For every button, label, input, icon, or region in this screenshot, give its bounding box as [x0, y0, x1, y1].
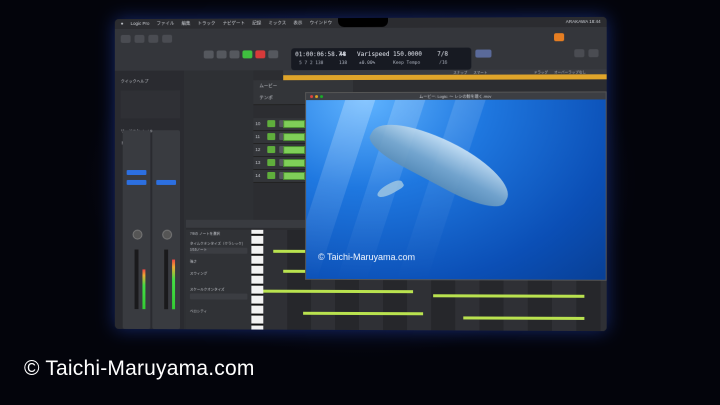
menu-mix[interactable]: ミックス	[268, 18, 286, 28]
menu-edit[interactable]: 編集	[182, 19, 191, 29]
scale-select[interactable]	[189, 293, 248, 300]
channel-strip-inst	[122, 130, 151, 330]
velocity-label: ベロシティ	[189, 309, 208, 314]
menu-navigate[interactable]: ナビゲート	[223, 19, 245, 29]
photo-watermark: © Taichi-Maruyama.com	[24, 357, 255, 380]
menu-window[interactable]: ウインドウ	[310, 18, 332, 28]
timecode-readout: 01:00:06:58.74	[295, 51, 346, 59]
midi-region[interactable]	[283, 159, 306, 168]
track-icon	[267, 172, 276, 179]
record-button[interactable]	[255, 50, 266, 59]
output-button[interactable]	[156, 179, 177, 185]
menu-file[interactable]: ファイル	[157, 19, 175, 29]
track-icon	[267, 133, 276, 141]
midi-region[interactable]	[283, 172, 306, 180]
midi-note[interactable]	[263, 289, 414, 294]
minimize-icon[interactable]	[315, 95, 319, 99]
tempo-track-label: テンポ	[259, 95, 273, 101]
pan-knob[interactable]	[132, 229, 143, 240]
midi-note[interactable]	[463, 316, 585, 320]
varispeed-value: ±0.00%	[359, 60, 376, 66]
menu-view[interactable]: 表示	[293, 18, 302, 28]
rewind-button[interactable]	[203, 50, 214, 59]
quantize-label: タイムクオンタイズ（クラシック）	[189, 241, 246, 246]
track-number: 11	[255, 134, 260, 140]
monitor-screen: ● Logic Pro ファイル 編集 トラック ナビゲート 記録 ミックス 表…	[114, 16, 607, 332]
inspector-button[interactable]	[134, 34, 145, 43]
strength-label: 強さ	[189, 259, 197, 264]
menu-clock: ARAKAWA 18:44	[565, 18, 601, 25]
track-icon	[267, 146, 276, 154]
time-signature: 7/8	[437, 50, 449, 58]
division-readout: /16	[439, 60, 448, 66]
midi-region[interactable]	[283, 120, 306, 129]
browsers-button[interactable]	[588, 49, 599, 58]
movie-window-title: ムービー: Logic: ～ レシの鯨を聴く.mov	[419, 93, 492, 99]
track-number: 13	[255, 160, 261, 166]
quantize-select[interactable]: 1/16ノート	[189, 247, 248, 254]
midi-region[interactable]	[283, 146, 306, 155]
track-icon	[267, 120, 276, 128]
scale-quantize-label: スケールクオンタイズ	[189, 287, 225, 292]
movie-track-label: ムービー	[259, 83, 278, 89]
menu-record[interactable]: 記録	[252, 18, 261, 28]
output-pan-knob[interactable]	[162, 229, 173, 240]
camera-notch	[338, 17, 389, 28]
track-icon	[267, 159, 276, 167]
track-number: 14	[255, 173, 261, 178]
value-48: 48	[339, 51, 347, 59]
quick-help-text	[120, 90, 180, 119]
quick-help-button[interactable]	[148, 34, 159, 43]
cycle-button[interactable]	[268, 50, 279, 59]
library-button[interactable]	[120, 34, 131, 43]
midi-note[interactable]	[303, 311, 424, 316]
track-number: 12	[255, 147, 261, 153]
setting-button[interactable]	[126, 170, 147, 175]
swing-label: スウィング	[189, 271, 208, 276]
quick-help-title: クイックヘルプ	[120, 78, 149, 84]
varispeed-label: Varispeed	[357, 50, 390, 59]
toolbar-button[interactable]	[162, 34, 173, 43]
output-fader[interactable]	[164, 249, 169, 310]
menu-app[interactable]: Logic Pro	[131, 19, 150, 29]
midi-note[interactable]	[433, 294, 585, 298]
lcd-display[interactable]: 01:00:06:58.74 5 7 2 138 48 138 Varispee…	[291, 47, 472, 71]
stop-button[interactable]	[229, 50, 240, 59]
piano-roll-controls: 7/8の ノートを選択 タイムクオンタイズ（クラシック） 1/16ノート 強さ …	[185, 229, 252, 330]
close-icon[interactable]	[310, 95, 314, 99]
movie-frame: © Taichi-Maruyama.com	[306, 99, 606, 280]
play-button[interactable]	[242, 50, 253, 59]
notification-icon[interactable]	[554, 33, 565, 42]
eq-button[interactable]	[126, 179, 147, 185]
keep-tempo-label: Keep Tempo	[393, 60, 421, 66]
volume-fader[interactable]	[134, 249, 139, 310]
control-bar: 01:00:06:58.74 5 7 2 138 48 138 Varispee…	[114, 26, 607, 72]
quick-help-panel: クイックヘルプ リージョン: Inst 9 トラック: Inst 9	[114, 70, 185, 330]
midi-region[interactable]	[283, 133, 306, 142]
tempo-readout: 150.0000	[393, 50, 422, 58]
channel-strip-stereo-out	[152, 130, 180, 330]
piano-keyboard[interactable]	[251, 229, 264, 330]
apple-icon[interactable]: ●	[121, 19, 124, 29]
value-138: 138	[339, 61, 348, 67]
editors-button[interactable]	[574, 49, 585, 58]
menu-track[interactable]: トラック	[198, 19, 216, 29]
track-number: 10	[255, 121, 261, 127]
piano-roll-title: 7/8の ノートを選択	[189, 231, 220, 236]
bars-readout: 5 7 2 138	[299, 61, 324, 67]
output-meter	[172, 259, 176, 310]
forward-button[interactable]	[216, 50, 227, 59]
movie-window[interactable]: ムービー: Logic: ～ レシの鯨を聴く.mov © Taichi-Maru…	[305, 91, 607, 281]
movie-watermark: © Taichi-Maruyama.com	[318, 251, 416, 263]
quantize-value: 1/16ノート	[189, 247, 208, 252]
tuner-button[interactable]	[475, 49, 492, 58]
level-meter	[142, 269, 146, 310]
zoom-icon[interactable]	[320, 95, 324, 99]
